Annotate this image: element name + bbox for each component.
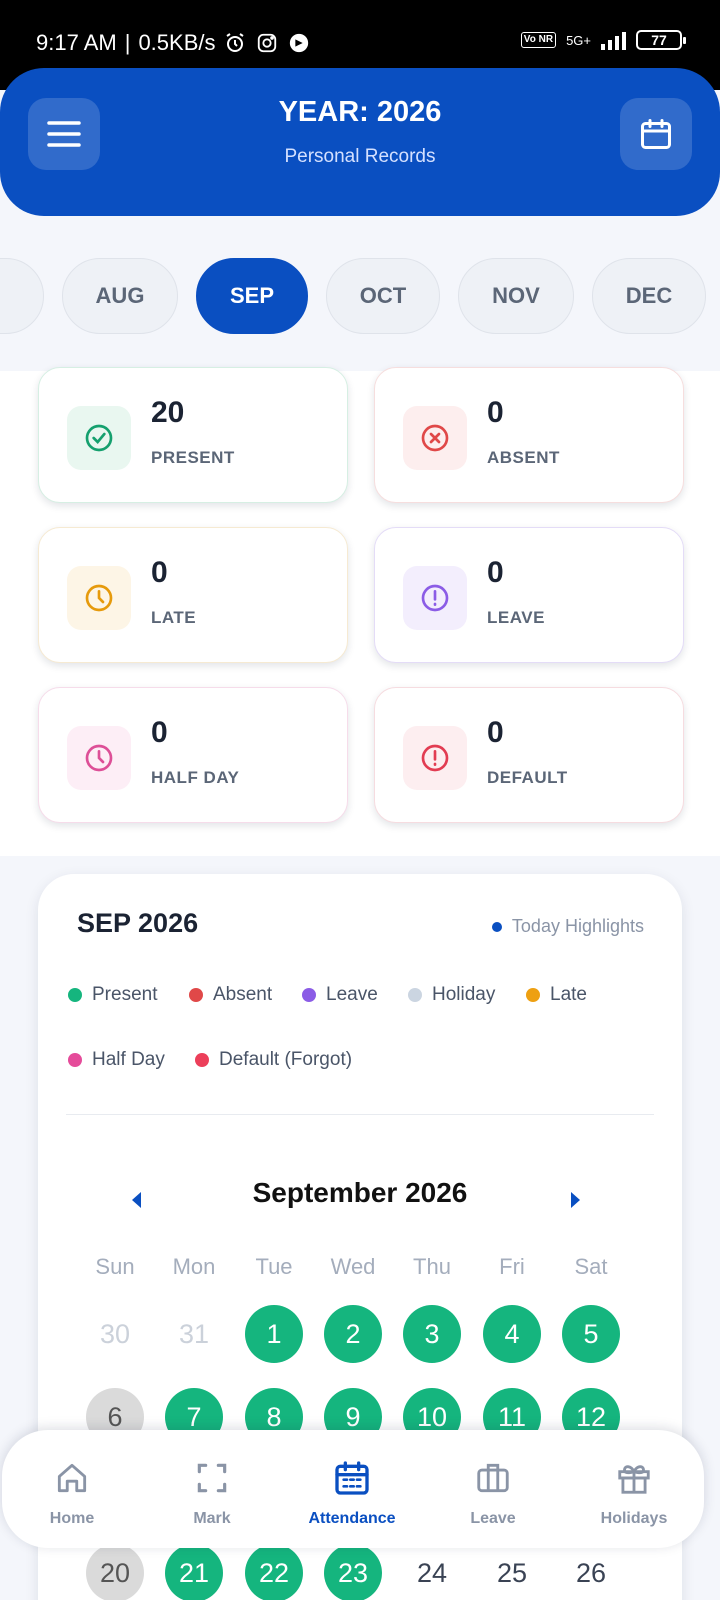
stat-value: 0 xyxy=(151,716,168,749)
check-circle-icon xyxy=(67,406,131,470)
home-icon xyxy=(52,1458,92,1498)
weekday-label: Thu xyxy=(413,1254,451,1279)
alert-circle-icon xyxy=(403,726,467,790)
volte-badge: Vo NR xyxy=(520,32,557,48)
weekday-label: Tue xyxy=(255,1254,293,1279)
stat-value: 0 xyxy=(487,556,504,589)
app-icon xyxy=(287,31,311,55)
nav-label: Mark xyxy=(193,1510,231,1527)
nav-label: Leave xyxy=(470,1510,516,1527)
nav-label: Attendance xyxy=(308,1510,396,1527)
calendar-day[interactable]: 31 xyxy=(165,1305,223,1363)
stat-label: LEAVE xyxy=(487,608,545,627)
calendar-day[interactable]: 30 xyxy=(86,1305,144,1363)
calendar-day[interactable]: 23 xyxy=(324,1544,382,1600)
calendar-day[interactable]: 24 xyxy=(403,1544,461,1600)
calendar-day[interactable]: 5 xyxy=(562,1305,620,1363)
legend-default: Default (Forgot) xyxy=(195,1049,352,1071)
clock-icon xyxy=(67,726,131,790)
legend-holiday: Holiday xyxy=(408,984,495,1006)
stat-card-absent[interactable]: 0 ABSENT xyxy=(374,367,684,503)
caret-right-icon xyxy=(571,1192,580,1208)
today-highlights: Today Highlights xyxy=(491,916,644,937)
nav-mark[interactable]: Mark xyxy=(142,1430,282,1548)
stat-value: 0 xyxy=(487,716,504,749)
stat-value: 20 xyxy=(151,396,185,429)
status-time: 9:17 AM xyxy=(36,30,117,55)
stat-label: DEFAULT xyxy=(487,768,568,787)
battery-icon: 77 xyxy=(636,30,686,50)
nav-home[interactable]: Home xyxy=(2,1430,142,1548)
nav-label: Home xyxy=(49,1510,95,1527)
month-pill-sep[interactable]: SEP xyxy=(196,258,308,334)
stat-card-present[interactable]: 20 PRESENT xyxy=(38,367,348,503)
scan-icon xyxy=(192,1458,232,1498)
nav-leave[interactable]: Leave xyxy=(423,1430,563,1548)
calendar-day[interactable]: 2 xyxy=(324,1305,382,1363)
legend-absent: Absent xyxy=(189,984,272,1006)
month-selector: AUG SEP OCT NOV DEC xyxy=(0,216,720,371)
month-pill-partial[interactable] xyxy=(0,258,44,334)
briefcase-icon xyxy=(473,1458,513,1498)
calendar-icon xyxy=(332,1458,372,1498)
calendar-day[interactable]: 26 xyxy=(562,1544,620,1600)
stats-grid: 20 PRESENT 0 ABSENT 0 LATE 0 LEAVE 0 HAL… xyxy=(0,367,720,856)
weekday-label: Wed xyxy=(330,1254,376,1279)
gift-icon xyxy=(614,1458,654,1498)
weekday-label: Mon xyxy=(172,1254,216,1279)
stat-label: LATE xyxy=(151,608,197,627)
legend-late: Late xyxy=(526,984,587,1006)
weekday-label: Fri xyxy=(499,1254,525,1279)
legend-present: Present xyxy=(68,984,157,1006)
app-header: YEAR: 2026 Personal Records xyxy=(0,68,720,216)
stat-card-leave[interactable]: 0 LEAVE xyxy=(374,527,684,663)
signal-icon xyxy=(601,30,626,50)
next-month-button[interactable] xyxy=(556,1180,596,1220)
calendar-day[interactable]: 20 xyxy=(86,1544,144,1600)
stat-value: 0 xyxy=(151,556,168,589)
x-circle-icon xyxy=(403,406,467,470)
calendar-day[interactable]: 4 xyxy=(483,1305,541,1363)
month-pill-dec[interactable]: DEC xyxy=(592,258,706,334)
stat-value: 0 xyxy=(487,396,504,429)
calendar-day[interactable]: 22 xyxy=(245,1544,303,1600)
status-speed: 0.5KB/s xyxy=(138,30,216,55)
calendar-button[interactable] xyxy=(620,98,692,170)
legend-leave: Leave xyxy=(302,984,378,1006)
status-left: 9:17 AM | 0.5KB/s xyxy=(36,30,311,56)
divider xyxy=(66,1114,654,1115)
calendar-icon xyxy=(641,119,671,149)
bottom-nav: Home Mark Attendance Leave Holidays xyxy=(2,1430,704,1548)
nav-attendance[interactable]: Attendance xyxy=(282,1430,422,1548)
calendar-day[interactable]: 3 xyxy=(403,1305,461,1363)
month-pill-oct[interactable]: OCT xyxy=(326,258,440,334)
status-right: Vo NR 5G+ 77 xyxy=(520,30,686,50)
stat-card-late[interactable]: 0 LATE xyxy=(38,527,348,663)
weekday-label: Sun xyxy=(95,1254,135,1279)
legend-half-day: Half Day xyxy=(68,1049,165,1071)
page-title: YEAR: 2026 xyxy=(278,96,442,128)
nav-label: Holidays xyxy=(600,1510,668,1527)
month-pill-aug[interactable]: AUG xyxy=(62,258,178,334)
stat-card-default[interactable]: 0 DEFAULT xyxy=(374,687,684,823)
stat-card-half-day[interactable]: 0 HALF DAY xyxy=(38,687,348,823)
page-subtitle: Personal Records xyxy=(284,146,436,167)
stat-label: HALF DAY xyxy=(151,768,240,787)
nav-holidays[interactable]: Holidays xyxy=(564,1430,704,1548)
calendar-day[interactable]: 1 xyxy=(245,1305,303,1363)
alert-circle-icon xyxy=(403,566,467,630)
calendar-heading: SEP 2026 xyxy=(77,908,199,938)
clock-icon xyxy=(67,566,131,630)
month-pill-nov[interactable]: NOV xyxy=(458,258,574,334)
instagram-icon xyxy=(255,31,279,55)
calendar-day[interactable]: 25 xyxy=(483,1544,541,1600)
alarm-icon xyxy=(223,31,247,55)
network-type: 5G+ xyxy=(566,32,591,48)
calendar-day[interactable]: 21 xyxy=(165,1544,223,1600)
stat-label: ABSENT xyxy=(487,448,560,467)
stat-label: PRESENT xyxy=(151,448,235,467)
today-dot xyxy=(491,921,502,932)
weekday-label: Sat xyxy=(574,1254,608,1279)
